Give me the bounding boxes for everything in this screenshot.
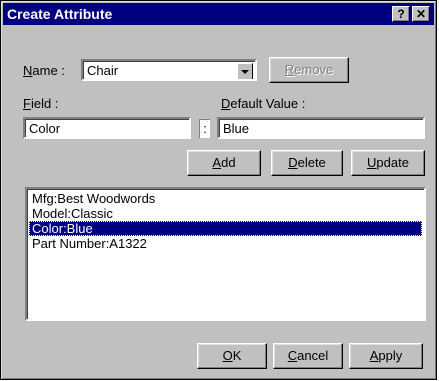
- add-button[interactable]: Add: [187, 150, 261, 176]
- list-item[interactable]: Mfg:Best Woodwords: [29, 191, 422, 206]
- help-button[interactable]: ?: [392, 6, 410, 22]
- apply-button[interactable]: Apply: [349, 343, 423, 369]
- field-input[interactable]: Color: [23, 117, 191, 139]
- delete-button[interactable]: Delete: [271, 150, 343, 176]
- name-label: Name :: [23, 63, 65, 78]
- title-bar: Create Attribute ? ✕: [3, 3, 434, 25]
- create-attribute-dialog: Create Attribute ? ✕ Name : Chair Remove…: [0, 0, 437, 380]
- name-dropdown-value: Chair: [87, 63, 119, 78]
- default-value-input[interactable]: Blue: [217, 117, 425, 139]
- cancel-button[interactable]: Cancel: [273, 343, 343, 369]
- close-icon: ✕: [415, 7, 427, 21]
- dialog-title: Create Attribute: [7, 6, 113, 22]
- remove-button[interactable]: Remove: [269, 57, 349, 83]
- chevron-down-icon[interactable]: [237, 63, 253, 79]
- attribute-list[interactable]: Mfg:Best Woodwords Model:Classic Color:B…: [25, 187, 426, 321]
- close-button[interactable]: ✕: [412, 6, 430, 22]
- ok-button[interactable]: OK: [197, 343, 267, 369]
- list-item[interactable]: Model:Classic: [29, 206, 422, 221]
- default-value-label: Default Value :: [221, 96, 306, 111]
- list-item[interactable]: Part Number:A1322: [29, 236, 422, 251]
- help-icon: ?: [397, 7, 405, 21]
- update-button[interactable]: Update: [351, 150, 425, 176]
- field-label: Field :: [23, 96, 59, 111]
- name-dropdown[interactable]: Chair: [81, 59, 257, 81]
- list-item-selected[interactable]: Color:Blue: [29, 221, 422, 236]
- field-separator: :: [199, 119, 210, 138]
